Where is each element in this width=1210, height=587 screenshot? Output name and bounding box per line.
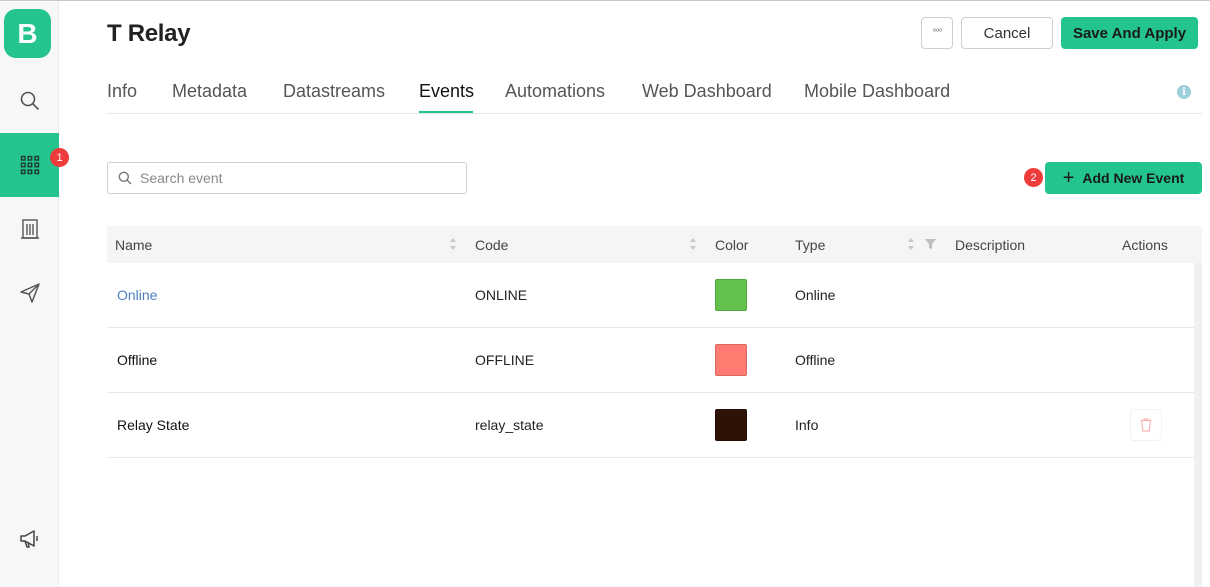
tab-metadata[interactable]: Metadata: [172, 81, 247, 102]
sidebar-item-organization[interactable]: [0, 197, 59, 261]
event-code: ONLINE: [475, 287, 528, 303]
events-table: Name Code Color Type Description Actions…: [107, 226, 1202, 458]
event-code: OFFLINE: [475, 352, 535, 368]
grid-icon: [20, 155, 39, 175]
table-scrollbar[interactable]: [1194, 263, 1202, 587]
event-name[interactable]: Relay State: [117, 417, 189, 433]
search-icon: [20, 91, 39, 111]
delete-event-button[interactable]: [1130, 409, 1162, 441]
logo-letter: B: [17, 17, 38, 49]
tab-events[interactable]: Events: [419, 81, 474, 102]
sidebar-item-search[interactable]: [0, 69, 59, 133]
search-event-input[interactable]: [140, 170, 440, 186]
tab-bar: Info Metadata Datastreams Events Automat…: [107, 78, 1202, 114]
megaphone-icon: [19, 530, 38, 548]
event-color-swatch: [715, 409, 747, 441]
top-border: [0, 0, 1210, 1]
search-box: [107, 162, 467, 194]
sidebar-item-devices[interactable]: [0, 133, 59, 197]
event-type: Info: [795, 417, 819, 433]
add-new-event-button[interactable]: + Add New Event: [1045, 162, 1202, 194]
trash-icon: [1140, 418, 1152, 432]
tab-mobile-dashboard[interactable]: Mobile Dashboard: [804, 81, 950, 102]
event-code: relay_state: [475, 417, 544, 433]
sidebar-item-send[interactable]: [0, 261, 59, 325]
event-color-swatch: [715, 344, 747, 376]
column-header-actions: Actions: [1122, 237, 1168, 253]
sort-icon[interactable]: [907, 237, 915, 251]
sidebar: B 1: [0, 1, 69, 587]
event-type: Offline: [795, 352, 836, 368]
table-row[interactable]: Online ONLINE Online: [107, 263, 1202, 328]
column-header-description: Description: [955, 237, 1026, 253]
tab-datastreams[interactable]: Datastreams: [283, 81, 385, 102]
column-header-name[interactable]: Name: [115, 237, 152, 253]
save-and-apply-button[interactable]: Save And Apply: [1061, 17, 1198, 49]
step-badge-1: 1: [50, 148, 69, 167]
sidebar-item-announcements[interactable]: [0, 507, 59, 571]
app-logo[interactable]: B: [4, 9, 51, 58]
table-row[interactable]: Offline OFFLINE Offline: [107, 328, 1202, 393]
step-badge-2: 2: [1024, 168, 1043, 187]
search-icon: [118, 171, 132, 185]
column-header-code[interactable]: Code: [475, 237, 508, 253]
more-options-button[interactable]: °°°: [921, 17, 953, 49]
event-name[interactable]: Offline: [117, 352, 157, 368]
active-tab-indicator: [419, 111, 473, 113]
event-color-swatch: [715, 279, 747, 311]
column-header-color: Color: [715, 237, 749, 253]
table-header: Name Code Color Type Description Actions: [107, 226, 1202, 263]
add-new-event-label: Add New Event: [1082, 170, 1185, 186]
sort-icon[interactable]: [689, 237, 697, 251]
table-row[interactable]: Relay State relay_state Info: [107, 393, 1202, 458]
plus-icon: +: [1062, 167, 1075, 189]
paper-plane-icon: [19, 283, 40, 303]
event-type: Online: [795, 287, 836, 303]
tab-automations[interactable]: Automations: [505, 81, 605, 102]
event-name-link[interactable]: Online: [117, 287, 157, 303]
info-icon[interactable]: i: [1177, 85, 1191, 99]
tab-info[interactable]: Info: [107, 81, 137, 102]
building-icon: [20, 219, 39, 239]
sort-icon[interactable]: [449, 237, 457, 251]
page-title: T Relay: [107, 20, 191, 47]
cancel-button[interactable]: Cancel: [961, 17, 1053, 49]
filter-icon[interactable]: [925, 239, 936, 249]
column-header-type[interactable]: Type: [795, 237, 825, 253]
tab-web-dashboard[interactable]: Web Dashboard: [642, 81, 772, 102]
